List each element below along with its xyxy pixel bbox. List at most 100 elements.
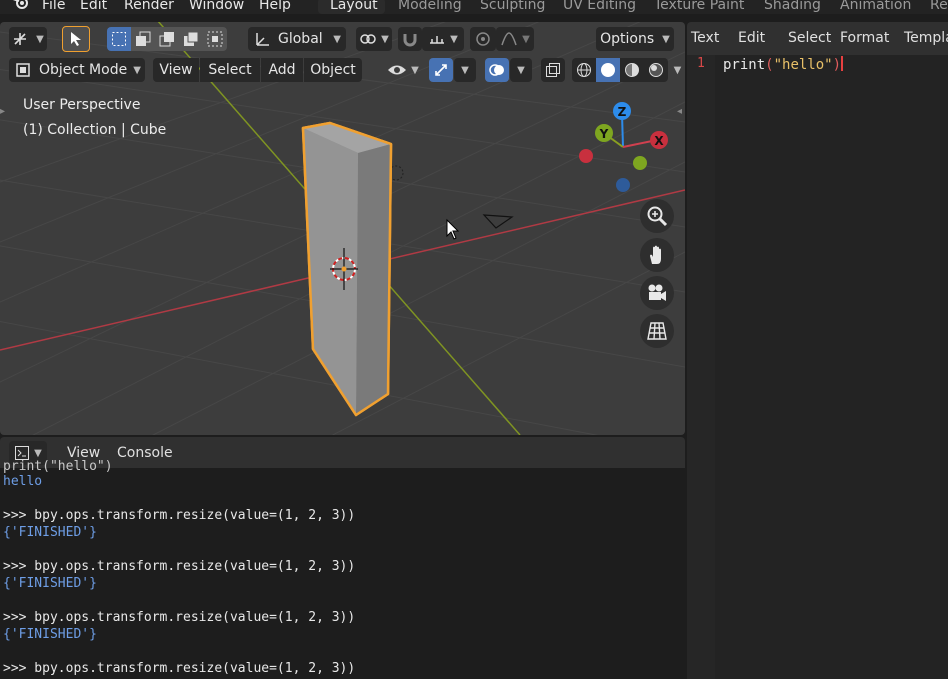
options-dropdown[interactable]: Options ▼: [596, 27, 674, 51]
perspective-grid-icon: [647, 322, 667, 340]
mode-dropdown[interactable]: Object Mode ▼: [9, 58, 145, 82]
console-line: {'FINISHED'}: [3, 525, 97, 540]
rendered-sphere-icon: [649, 63, 663, 77]
select-mode-invert-button[interactable]: [179, 27, 203, 51]
gizmo-neg-z-dot: [616, 178, 630, 192]
zoom-view-button[interactable]: [640, 199, 674, 233]
console-menu-console[interactable]: Console: [117, 445, 173, 461]
proportional-editing-button[interactable]: [470, 27, 496, 51]
select-mode-extend-button[interactable]: [131, 27, 155, 51]
python-console-editor[interactable]: ▼ View Console print("hello") hello >>> …: [0, 437, 685, 679]
xray-icon: [546, 63, 560, 77]
menu-edit[interactable]: Edit: [80, 0, 107, 14]
console-line: >>> bpy.ops.transform.resize(value=(1, 2…: [3, 661, 356, 676]
code-token-paren: (: [765, 57, 774, 73]
axis-editor-icon: [14, 33, 27, 45]
menu-view[interactable]: View: [153, 58, 199, 82]
3d-viewport[interactable]: ▼ Global▼ ▼ ▼ ▼ Options▼ Object Mode▼: [0, 22, 685, 435]
gizmo-y-label: Y: [599, 127, 609, 141]
code-area[interactable]: [715, 55, 948, 679]
material-sphere-icon: [625, 63, 639, 77]
line-number-gutter: [687, 55, 715, 679]
menu-object[interactable]: Object: [304, 58, 362, 82]
pivot-point-icon: [360, 34, 376, 44]
blender-logo-icon[interactable]: [12, 0, 30, 14]
text-menu-format[interactable]: Format: [840, 30, 889, 46]
camera-object-icon: [482, 214, 514, 229]
gizmo-neg-x-dot: [579, 149, 593, 163]
shading-wireframe-button[interactable]: [572, 58, 596, 82]
code-token-function: print: [723, 57, 766, 73]
text-menu-select[interactable]: Select: [788, 30, 831, 46]
visibility-dropdown[interactable]: ▼: [383, 58, 423, 82]
text-menu-edit[interactable]: Edit: [738, 30, 765, 46]
gizmo-options-dropdown[interactable]: ▼: [454, 58, 476, 82]
cursor-tool-icon: [71, 32, 81, 46]
select-mode-new-button[interactable]: [107, 27, 131, 51]
xray-toggle-button[interactable]: [541, 58, 565, 82]
workspace-tab-modeling[interactable]: Modeling: [398, 0, 462, 14]
workspace-tab-texture-paint[interactable]: Texture Paint: [654, 0, 744, 14]
workspace-tab-uv-editing[interactable]: UV Editing: [563, 0, 636, 14]
workspace-tab-sculpting[interactable]: Sculpting: [480, 0, 545, 14]
select-mode-intersect-button[interactable]: [203, 27, 227, 51]
menu-window[interactable]: Window: [189, 0, 244, 14]
toggle-perspective-button[interactable]: [640, 314, 674, 348]
console-line: {'FINISHED'}: [3, 627, 97, 642]
overlays-icon: [489, 64, 504, 76]
select-mode-subtract-button[interactable]: [155, 27, 179, 51]
menu-help[interactable]: Help: [259, 0, 291, 14]
select-new-icon: [112, 32, 126, 46]
workspace-tab-rendering[interactable]: Re: [930, 0, 948, 14]
code-token-string: "hello": [773, 57, 833, 73]
snap-target-dropdown[interactable]: ▼: [422, 27, 464, 51]
snap-increment-icon: [430, 36, 445, 44]
solid-sphere-icon: [601, 63, 615, 77]
movie-camera-icon: [648, 284, 666, 301]
toolbar-expand-arrow-icon[interactable]: ▸: [0, 106, 5, 117]
console-output[interactable]: print("hello") hello >>> bpy.ops.transfo…: [0, 459, 685, 679]
pan-view-button[interactable]: [640, 238, 674, 272]
workspace-tab-shading[interactable]: Shading: [764, 0, 821, 14]
console-line: hello: [3, 474, 43, 489]
overlays-toggle-button[interactable]: [485, 58, 509, 82]
pivot-point-dropdown[interactable]: ▼: [356, 27, 392, 51]
overlays-options-dropdown[interactable]: ▼: [510, 58, 532, 82]
wireframe-sphere-icon: [577, 63, 591, 77]
text-editor[interactable]: Text Edit Select Format Templa 1 print("…: [687, 22, 948, 679]
snap-toggle-button[interactable]: [398, 27, 422, 51]
menu-render[interactable]: Render: [124, 0, 174, 14]
falloff-curve-icon: [501, 32, 517, 46]
menu-add[interactable]: Add: [261, 58, 303, 82]
select-extend-icon: [136, 31, 151, 46]
view-perspective-label: User Perspective: [23, 97, 141, 113]
viewport-scene: [0, 22, 685, 435]
gizmo-toggle-button[interactable]: [429, 58, 453, 82]
object-mode-icon: [16, 63, 30, 77]
shading-solid-button[interactable]: [596, 58, 620, 82]
shading-rendered-button[interactable]: [644, 58, 668, 82]
gizmo-neg-y-dot: [633, 156, 647, 170]
editor-type-3d-viewport-button[interactable]: ▼: [9, 27, 47, 51]
text-menu-templates[interactable]: Templa: [904, 30, 948, 46]
code-line[interactable]: print("hello"): [723, 56, 844, 73]
mouse-pointer-icon: [446, 218, 460, 240]
workspace-tab-animation[interactable]: Animation: [840, 0, 911, 14]
proportional-falloff-dropdown[interactable]: ▼: [496, 27, 534, 51]
console-line: >>> bpy.ops.transform.resize(value=(1, 2…: [3, 610, 356, 625]
camera-view-button[interactable]: [640, 276, 674, 310]
shading-options-dropdown[interactable]: ▼: [670, 58, 685, 82]
eye-icon: [388, 65, 407, 75]
active-collection-label: (1) Collection | Cube: [23, 122, 167, 138]
shading-material-preview-button[interactable]: [620, 58, 644, 82]
line-number: 1: [697, 56, 705, 71]
select-tool-button[interactable]: [62, 26, 90, 52]
gizmo-z-label: Z: [618, 105, 627, 119]
transform-orientation-dropdown[interactable]: Global ▼: [248, 27, 346, 51]
workspace-tab-layout[interactable]: Layout: [330, 0, 378, 14]
navigation-gizmo[interactable]: Z Y X: [570, 96, 680, 196]
text-menu-text[interactable]: Text: [691, 30, 719, 46]
select-intersect-icon: [207, 31, 223, 47]
menu-select[interactable]: Select: [200, 58, 260, 82]
menu-file[interactable]: File: [42, 0, 65, 14]
